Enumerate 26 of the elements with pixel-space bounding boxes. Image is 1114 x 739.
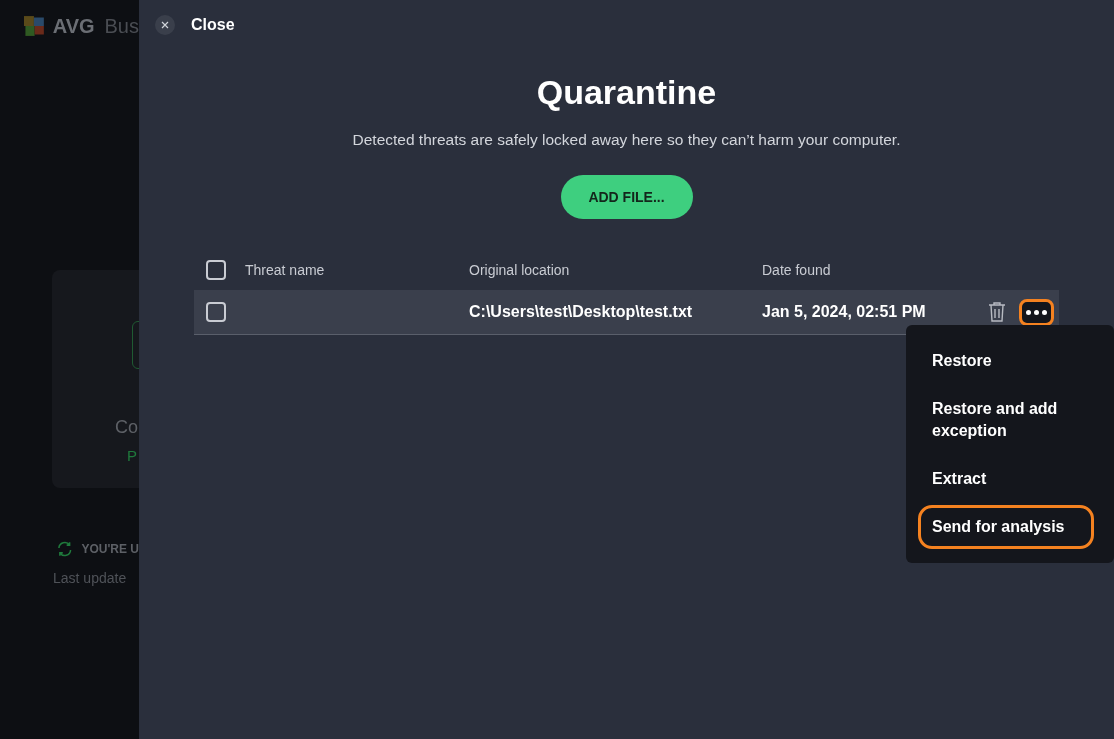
update-status: YOU'RE U: [81, 541, 139, 558]
page-title: Quarantine: [535, 72, 718, 113]
menu-item[interactable]: Extract: [918, 457, 1094, 501]
card-status: P: [127, 446, 138, 466]
table-cell-text: Jan 5, 2024, 02:51 PM: [762, 302, 926, 323]
table-row[interactable]: C:\Users\test\Desktop\test.txt Jan 5, 2024, 02:51 PM: [194, 290, 1059, 336]
column-header: Threat name: [245, 260, 326, 280]
column-header: Date found: [762, 260, 831, 280]
close-icon[interactable]: [155, 15, 175, 35]
close-button[interactable]: Close: [191, 13, 235, 37]
more-button[interactable]: [1019, 298, 1054, 326]
menu-item[interactable]: Restore and add exception: [918, 387, 1094, 453]
menu-item[interactable]: Restore: [918, 339, 1094, 383]
last-updated-text: Last update: [52, 569, 128, 588]
checkbox[interactable]: [206, 302, 226, 323]
table-cell-text: C:\Users\test\Desktop\test.txt: [469, 302, 694, 323]
product-name: Bus: [104, 14, 139, 39]
trash-icon[interactable]: [987, 301, 1007, 324]
column-header: Original location: [469, 260, 571, 280]
add-file-button[interactable]: ADD FILE...: [560, 175, 693, 220]
card-title: Co: [115, 416, 139, 439]
logo-text: AVG: [52, 14, 95, 39]
page-subtitle: Detected threats are safely locked away here so they can’t harm your computer.: [351, 130, 902, 150]
menu-item[interactable]: Send for analysis: [918, 505, 1094, 549]
checkbox[interactable]: [206, 260, 226, 281]
sync-icon: [56, 540, 74, 558]
